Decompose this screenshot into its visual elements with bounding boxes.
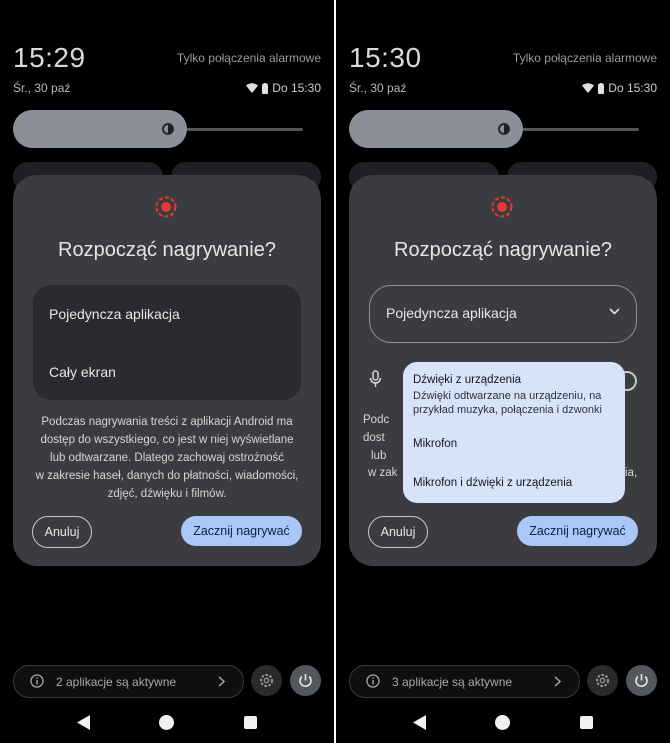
description-fragment: Podc [363, 414, 390, 426]
brightness-icon [498, 123, 510, 135]
chevron-right-icon [218, 676, 225, 687]
info-icon [30, 674, 44, 688]
start-recording-button[interactable]: Zacznij nagrywać [517, 516, 638, 546]
chevron-right-icon [554, 676, 561, 687]
description-line: w zakresie haseł, danych do płatności, w… [35, 470, 299, 482]
power-icon [635, 674, 648, 688]
cancel-button[interactable]: Anuluj [32, 516, 92, 548]
alarm-until-label: Do 15:30 [272, 81, 321, 95]
description-fragment: dost [363, 432, 385, 444]
wifi-icon [246, 83, 259, 93]
gear-icon [260, 674, 273, 687]
record-icon [491, 196, 513, 218]
cancel-button[interactable]: Anuluj [368, 516, 428, 548]
left-screen: 15:29 Tylko połączenia alarmowe Śr., 30 … [0, 0, 334, 743]
info-icon [366, 674, 380, 688]
date-label: Śr., 30 paź [13, 81, 71, 95]
active-apps-pill[interactable]: 3 aplikacje są aktywne [349, 665, 580, 698]
description-line: zdjęć, dźwięku i filmów. [107, 488, 227, 500]
option-device-audio-description: Dźwięki odtwarzane na urządzeniu, na prz… [413, 390, 602, 416]
status-bar: Do 15:30 [582, 81, 657, 95]
audio-source-menu: Dźwięki z urządzenia Dźwięki odtwarzane … [403, 362, 625, 503]
dialog-description: Podczas nagrywania treści z aplikacji An… [27, 413, 307, 503]
option-device-audio[interactable]: Dźwięki z urządzenia [413, 374, 521, 386]
date-label: Śr., 30 paź [349, 81, 407, 95]
back-icon[interactable] [413, 715, 426, 730]
active-apps-label: 2 aplikacje są aktywne [56, 675, 177, 689]
description-fragment: w zak [368, 467, 398, 479]
back-icon[interactable] [77, 715, 90, 730]
description-fragment: lub [371, 450, 387, 462]
option-microphone[interactable]: Mikrofon [413, 438, 457, 450]
home-button[interactable] [159, 715, 174, 730]
active-apps-pill[interactable]: 2 aplikacje są aktywne [13, 665, 244, 698]
alarm-until-label: Do 15:30 [608, 81, 657, 95]
recents-button[interactable] [244, 716, 257, 729]
menu-item-single-app[interactable]: Pojedyncza aplikacja [49, 306, 180, 322]
record-dialog: Rozpocząć nagrywanie? Pojedyncza aplikac… [13, 175, 321, 566]
brightness-icon [162, 123, 174, 135]
gear-icon [596, 674, 609, 687]
battery-icon [262, 82, 269, 94]
microphone-icon [369, 370, 382, 387]
emergency-calls-label: Tylko połączenia alarmowe [176, 51, 321, 65]
brightness-track[interactable] [522, 128, 639, 131]
home-button[interactable] [495, 715, 510, 730]
power-button[interactable] [290, 665, 321, 696]
dialog-title: Rozpocząć nagrywanie? [394, 239, 612, 261]
active-apps-label: 3 aplikacje są aktywne [392, 675, 513, 689]
description-line: lub odtwarzane. Dlatego zachowaj ostrożn… [50, 452, 284, 464]
record-icon [155, 196, 177, 218]
menu-item-entire-screen[interactable]: Cały ekran [49, 364, 116, 380]
capture-mode-menu: Pojedyncza aplikacja Cały ekran [33, 285, 301, 400]
power-icon [299, 674, 312, 688]
description-line: Podczas nagrywania treści z aplikacji An… [41, 416, 293, 428]
clock: 15:30 [349, 42, 422, 73]
recents-button[interactable] [580, 716, 593, 729]
start-recording-button[interactable]: Zacznij nagrywać [181, 516, 302, 546]
dialog-title: Rozpocząć nagrywanie? [58, 239, 276, 261]
battery-icon [598, 82, 605, 94]
wifi-icon [582, 83, 595, 93]
capture-mode-value: Pojedyncza aplikacja [386, 305, 517, 321]
brightness-track[interactable] [186, 128, 303, 131]
clock: 15:29 [13, 42, 86, 73]
settings-button[interactable] [587, 665, 618, 696]
emergency-calls-label: Tylko połączenia alarmowe [512, 51, 657, 65]
capture-mode-select[interactable]: Pojedyncza aplikacja [369, 285, 637, 343]
status-bar: Do 15:30 [246, 81, 321, 95]
chevron-down-icon [609, 308, 620, 315]
description-fragment: ia, [625, 467, 638, 479]
option-microphone-and-device[interactable]: Mikrofon i dźwięki z urządzenia [413, 477, 572, 489]
power-button[interactable] [626, 665, 657, 696]
settings-button[interactable] [251, 665, 282, 696]
description-line: dostęp do wszystkiego, co jest w niej wy… [40, 434, 294, 446]
